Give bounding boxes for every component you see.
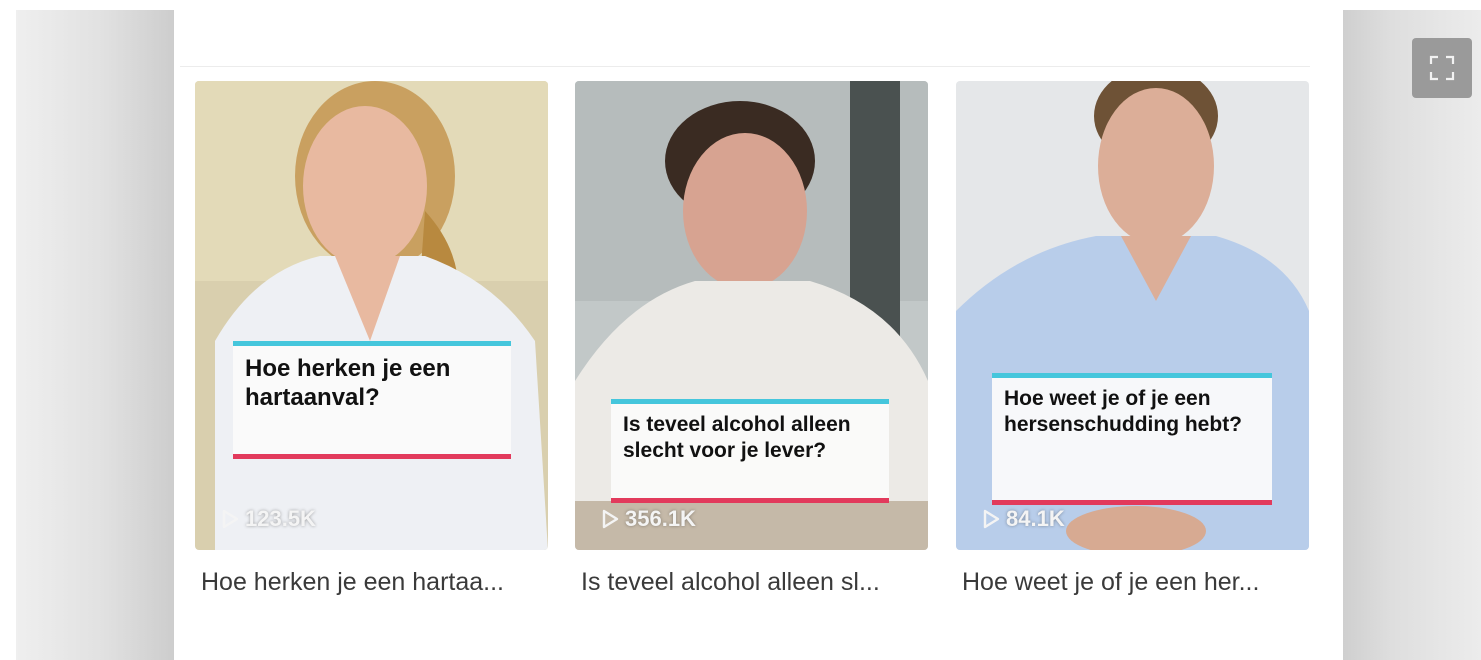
video-title[interactable]: Is teveel alcohol alleen sl... xyxy=(575,568,921,597)
panel-divider xyxy=(180,66,1310,67)
thumbnail-caption: Hoe weet je of je een hersenschudding he… xyxy=(992,373,1272,505)
video-thumbnail[interactable]: Is teveel alcohol alleen slecht voor je … xyxy=(575,81,928,550)
play-icon xyxy=(602,509,619,529)
view-count-text: 356.1K xyxy=(625,506,696,531)
video-title[interactable]: Hoe weet je of je een her... xyxy=(956,568,1302,597)
carousel-prev-area[interactable] xyxy=(16,10,174,660)
video-card[interactable]: Hoe herken je een hartaanval? 123.5K Hoe… xyxy=(195,81,548,597)
play-icon xyxy=(222,509,239,529)
view-count-text: 123.5K xyxy=(245,506,316,531)
fullscreen-icon xyxy=(1429,55,1455,81)
video-card[interactable]: Is teveel alcohol alleen slecht voor je … xyxy=(575,81,928,597)
view-count: 123.5K xyxy=(221,506,316,532)
play-icon xyxy=(983,509,1000,529)
view-count: 84.1K xyxy=(982,506,1065,532)
thumbnail-image xyxy=(195,81,548,550)
video-embed-panel: Hoe herken je een hartaanval? 123.5K Hoe… xyxy=(174,10,1343,660)
video-card[interactable]: Hoe weet je of je een hersenschudding he… xyxy=(956,81,1309,597)
thumbnail-caption: Is teveel alcohol alleen slecht voor je … xyxy=(611,399,889,503)
thumbnail-caption: Hoe herken je een hartaanval? xyxy=(233,341,511,459)
carousel-next-area[interactable] xyxy=(1343,10,1481,660)
caption-text: Hoe herken je een hartaanval? xyxy=(245,355,451,412)
caption-text: Hoe weet je of je een hersenschudding he… xyxy=(1004,387,1243,436)
fullscreen-button[interactable] xyxy=(1412,38,1472,98)
video-title[interactable]: Hoe herken je een hartaa... xyxy=(195,568,541,597)
video-thumbnail[interactable]: Hoe weet je of je een hersenschudding he… xyxy=(956,81,1309,550)
video-thumbnail[interactable]: Hoe herken je een hartaanval? 123.5K xyxy=(195,81,548,550)
view-count-text: 84.1K xyxy=(1006,506,1065,531)
caption-text: Is teveel alcohol alleen slecht voor je … xyxy=(623,413,851,462)
page-margin xyxy=(0,0,16,660)
view-count: 356.1K xyxy=(601,506,696,532)
